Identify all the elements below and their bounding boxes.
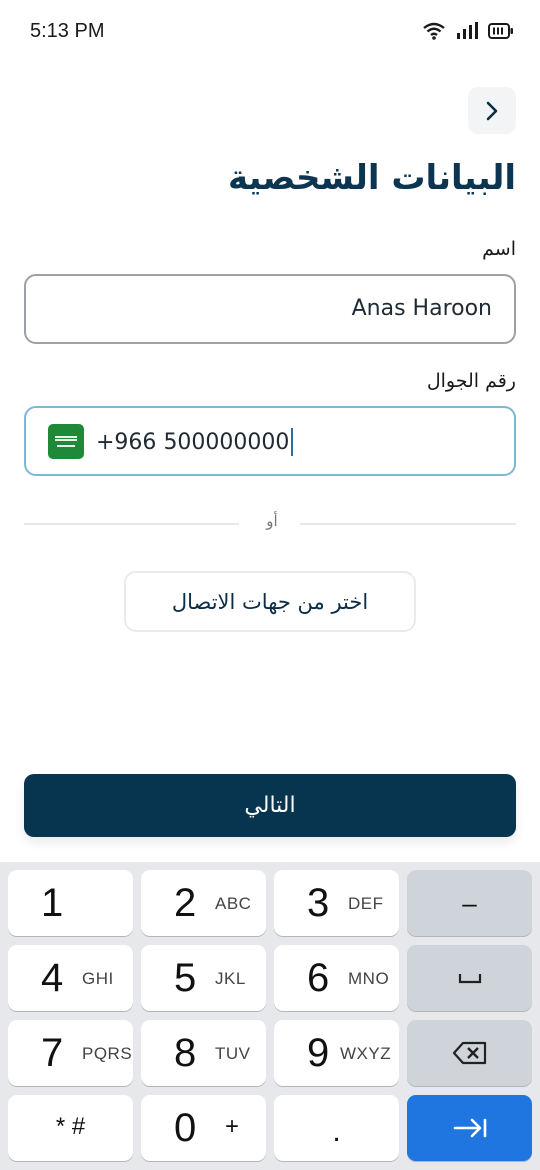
tab-arrow-icon: [453, 1118, 486, 1138]
key-period[interactable]: .: [274, 1095, 399, 1161]
key-next-field[interactable]: [407, 1095, 532, 1161]
choose-contacts-button[interactable]: اختر من جهات الاتصال: [124, 571, 416, 632]
key-2[interactable]: 2 ABC: [141, 870, 266, 936]
key-8[interactable]: 8 TUV: [141, 1020, 266, 1086]
country-code: +966: [96, 429, 157, 455]
key-9[interactable]: 9 WXYZ: [274, 1020, 399, 1086]
back-button[interactable]: [468, 87, 516, 134]
status-bar: 5:13 PM: [0, 0, 540, 64]
key-minus[interactable]: –: [407, 870, 532, 936]
key-7[interactable]: 7 PQRS: [8, 1020, 133, 1086]
divider-line: [24, 523, 239, 525]
space-icon: [458, 974, 481, 984]
key-6[interactable]: 6 MNO: [274, 945, 399, 1011]
wifi-icon: [423, 22, 445, 40]
key-backspace[interactable]: [407, 1020, 532, 1086]
divider-line: [300, 523, 516, 525]
divider-text: أو: [266, 512, 278, 530]
status-icons: [422, 22, 514, 40]
status-time: 5:13 PM: [30, 20, 105, 42]
text-caret: [291, 428, 294, 456]
key-star-hash[interactable]: * #: [8, 1095, 133, 1161]
name-label: اسم: [482, 238, 516, 260]
key-0[interactable]: 0 +: [141, 1095, 266, 1161]
next-button[interactable]: التالي: [24, 774, 516, 837]
battery-icon: [488, 23, 513, 39]
saudi-flag-icon[interactable]: [48, 424, 84, 459]
key-5[interactable]: 5 JKL: [141, 945, 266, 1011]
signal-icon: [457, 22, 478, 39]
name-field[interactable]: Anas Haroon: [24, 274, 516, 344]
chevron-right-icon: [486, 101, 498, 120]
backspace-icon: [452, 1041, 486, 1065]
key-space[interactable]: [407, 945, 532, 1011]
numeric-keyboard: 1 2 ABC 3 DEF – 4 GHI 5 JKL 6 MNO 7 PQRS…: [0, 862, 540, 1170]
phone-field[interactable]: +966 500000000: [24, 406, 516, 476]
name-value: Anas Haroon: [351, 296, 492, 321]
phone-value: +966 500000000: [96, 428, 294, 456]
key-3[interactable]: 3 DEF: [274, 870, 399, 936]
or-divider: أو: [24, 512, 516, 534]
key-1[interactable]: 1: [8, 870, 133, 936]
phone-number: 500000000: [163, 429, 290, 455]
page-title: البيانات الشخصية: [227, 158, 516, 198]
phone-label: رقم الجوال: [426, 370, 516, 392]
key-4[interactable]: 4 GHI: [8, 945, 133, 1011]
